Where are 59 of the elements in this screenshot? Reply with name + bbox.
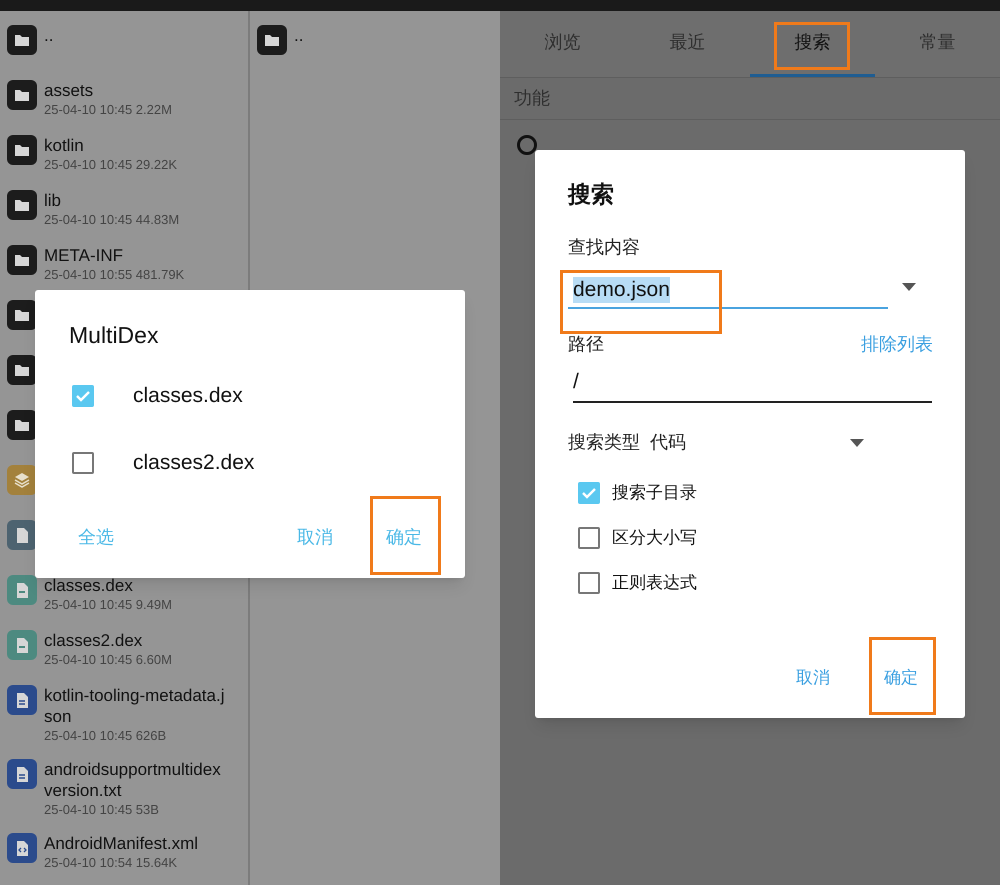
file-name[interactable]: lib	[44, 190, 228, 211]
option-label[interactable]: classes.dex	[133, 380, 243, 412]
file-meta: 25-04-10 10:45 29.22K	[44, 156, 178, 174]
input-field[interactable]: /	[573, 370, 932, 403]
checkbox[interactable]	[578, 572, 600, 594]
dropdown-caret-icon[interactable]	[902, 283, 916, 291]
dropdown-value[interactable]: 代码	[650, 429, 850, 456]
dialog-title: MultiDex	[69, 321, 160, 350]
checkbox[interactable]	[72, 452, 94, 474]
folder-icon[interactable]	[7, 300, 37, 330]
file-name[interactable]: classes2.dex	[44, 630, 228, 651]
binary-file-icon[interactable]	[7, 575, 37, 605]
folder-icon[interactable]	[7, 80, 37, 110]
checkbox[interactable]	[578, 526, 600, 548]
file-name[interactable]: classes.dex	[44, 575, 228, 596]
text-file-icon[interactable]	[7, 685, 37, 715]
dialog-title: 搜索	[568, 180, 615, 209]
file-meta: 25-04-10 10:45 6.60M	[44, 651, 173, 669]
tab[interactable]: 搜索	[750, 11, 875, 77]
layers-icon[interactable]	[7, 465, 37, 495]
section-header: 功能	[514, 87, 550, 110]
file-meta: 25-04-10 10:55 481.79K	[44, 266, 186, 284]
file-meta: 25-04-10 10:45 2.22M	[44, 101, 173, 119]
file-meta: 25-04-10 10:54 15.64K	[44, 854, 178, 872]
file-name[interactable]: META-INF	[44, 245, 228, 266]
folder-icon[interactable]	[7, 245, 37, 275]
field-label: 搜索类型	[568, 431, 640, 454]
folder-icon[interactable]	[7, 410, 37, 440]
file-meta: 25-04-10 10:45 44.83M	[44, 211, 180, 229]
file-name[interactable]: AndroidManifest.xml	[44, 833, 228, 854]
text-file-icon[interactable]	[7, 759, 37, 789]
file-meta: 25-04-10 10:45 53B	[44, 801, 160, 819]
field-label: 路径	[568, 333, 604, 356]
field-label: 查找内容	[568, 236, 641, 259]
dropdown-caret-icon[interactable]	[850, 438, 864, 446]
checkbox[interactable]	[578, 482, 600, 504]
folder-icon[interactable]	[7, 135, 37, 165]
option-label[interactable]: 区分大小写	[612, 524, 697, 550]
document-icon[interactable]	[7, 520, 37, 550]
folder-icon[interactable]	[7, 355, 37, 385]
option-label[interactable]: 正则表达式	[612, 570, 697, 596]
file-name[interactable]: kotlin-tooling-metadata.json	[44, 685, 228, 727]
binary-file-icon[interactable]	[7, 630, 37, 660]
option-label[interactable]: classes2.dex	[133, 446, 254, 478]
code-file-icon[interactable]	[7, 833, 37, 863]
folder-icon[interactable]	[7, 190, 37, 220]
folder-icon[interactable]	[257, 25, 287, 55]
file-name[interactable]: kotlin	[44, 135, 228, 156]
file-meta: 25-04-10 10:45 9.49M	[44, 596, 173, 614]
field-value: demo.json	[573, 277, 670, 303]
file-name[interactable]: ..	[44, 25, 228, 46]
file-name[interactable]: androidsupportmultidexversion.txt	[44, 759, 228, 801]
file-name[interactable]: ..	[294, 25, 478, 46]
folder-icon[interactable]	[7, 25, 37, 55]
checkbox[interactable]	[72, 384, 94, 406]
option-label[interactable]: 搜索子目录	[612, 480, 697, 506]
file-name[interactable]: assets	[44, 80, 228, 101]
file-meta: 25-04-10 10:45 626B	[44, 727, 168, 745]
input-field[interactable]: demo.json	[568, 275, 888, 309]
